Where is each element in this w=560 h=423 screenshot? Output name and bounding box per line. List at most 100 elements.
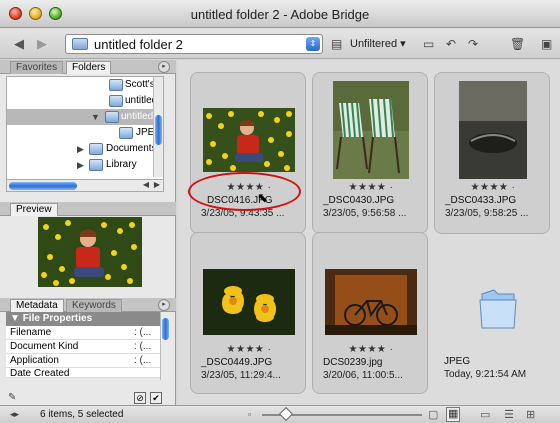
folder-tree[interactable]: Scott's U untitled ▼ untitled JPEG ▶ Doc… [6, 76, 164, 188]
section-title: File Properties [22, 313, 93, 324]
panel-menu-icon[interactable]: ▸ [158, 299, 170, 311]
tree-item-label: Library [106, 159, 137, 170]
folder-card[interactable]: JPEG Today, 9:21:54 AM [434, 232, 550, 394]
disclosure-open-icon[interactable]: ▼ [91, 109, 100, 125]
tab-preview[interactable]: Preview [10, 203, 58, 216]
folder-icon [109, 95, 123, 107]
file-date: 3/23/05, 9:56:58 ... [323, 208, 407, 219]
tree-item-selected[interactable]: ▼ untitled [7, 109, 163, 125]
metadata-row: Application : (... [6, 354, 164, 368]
metadata-panel: Metadata Keywords ▸ ▼ File Properties Fi… [0, 296, 176, 405]
zoom-large-icon[interactable]: ▢ [428, 408, 438, 421]
bridge-window: untitled folder 2 - Adobe Bridge ◀ ▶ unt… [0, 0, 560, 423]
filter-icon[interactable]: ▤ [331, 37, 342, 51]
file-name[interactable]: _DSC0430.JPG [323, 195, 394, 206]
versions-view-icon[interactable]: ⊞ [526, 408, 535, 421]
status-bar: ◂▸ 6 items, 5 selected ▫ ▢ ▦ ▭ ☰ ⊞ [0, 405, 560, 423]
tree-hscroll[interactable]: ◀ ▶ [6, 179, 164, 192]
scroll-left-icon[interactable]: ◀ [143, 180, 149, 189]
trash-icon[interactable]: 🗑 [510, 37, 525, 51]
tree-item-label: untitled [121, 111, 154, 122]
slider-thumb[interactable] [278, 406, 294, 422]
back-icon[interactable]: ◀ [12, 37, 26, 51]
thumbnail-image [203, 108, 295, 172]
metadata-value: : (... [134, 327, 152, 338]
tree-item[interactable]: ▶ Library [7, 157, 163, 173]
scroll-right-icon[interactable]: ▶ [154, 180, 160, 189]
metadata-value: : (... [134, 355, 152, 366]
tab-metadata[interactable]: Metadata [10, 299, 64, 312]
scroll-thumb[interactable] [155, 115, 162, 145]
metadata-footer: ✎ ⊘ ✔ [6, 392, 164, 404]
forward-icon[interactable]: ▶ [35, 37, 49, 51]
thumbnail-card[interactable]: ★★★★ · _DSC0430.JPG 3/23/05, 9:56:58 ... [312, 72, 428, 234]
scroll-thumb[interactable] [9, 182, 77, 190]
pen-icon: ✎ [8, 392, 17, 403]
rating-stars[interactable]: ★★★★ · [191, 344, 307, 355]
filmstrip-view-icon[interactable]: ▭ [480, 408, 490, 421]
tab-folders[interactable]: Folders [66, 61, 112, 74]
file-properties-header[interactable]: ▼ File Properties [6, 312, 164, 326]
folders-tabbar: Favorites Folders ▸ [0, 60, 176, 74]
tree-item[interactable]: Scott's U [7, 77, 163, 93]
thumbnail-card[interactable]: ★★★★ · DCS0239.jpg 3/20/06, 11:00:5... [312, 232, 428, 394]
tree-vscroll[interactable] [153, 77, 163, 177]
disclosure-closed-icon[interactable]: ▶ [77, 141, 84, 157]
thumbnail-image [203, 269, 295, 335]
tree-item[interactable]: ▶ Documents [7, 141, 163, 157]
filter-menu[interactable]: Unfiltered ▾ [350, 37, 406, 50]
file-name[interactable]: JPEG [444, 356, 470, 367]
new-folder-icon[interactable]: ▭ [423, 37, 434, 51]
zoom-small-icon[interactable]: ▫ [248, 409, 251, 419]
metadata-value: : (... [134, 341, 152, 352]
folder-icon [89, 143, 103, 155]
file-date: Today, 9:21:54 AM [444, 369, 527, 380]
path-label: untitled folder 2 [94, 37, 183, 52]
metadata-key: Document Kind [10, 341, 79, 352]
folder-icon [479, 289, 517, 329]
tab-favorites[interactable]: Favorites [10, 61, 64, 74]
preview-image [38, 217, 142, 287]
panel-menu-icon[interactable]: ▸ [158, 61, 170, 73]
thumbnail-image [333, 81, 409, 179]
tree-item[interactable]: JPEG [7, 125, 163, 141]
title-bar[interactable]: untitled folder 2 - Adobe Bridge [0, 0, 560, 28]
thumbnail-image [325, 269, 417, 335]
metadata-vscroll[interactable] [160, 312, 170, 380]
compact-mode-icon[interactable]: ▣ [541, 37, 552, 51]
details-view-icon[interactable]: ☰ [504, 408, 514, 421]
rotate-left-icon[interactable]: ↶ [446, 37, 456, 51]
path-dropdown-icon[interactable]: ⇕ [306, 37, 320, 51]
rating-stars[interactable]: ★★★★ · [435, 182, 551, 193]
thumbnail-card[interactable]: ★★★★ · _DSC0449.JPG 3/23/05, 11:29:4... [190, 232, 306, 394]
disclosure-closed-icon[interactable]: ▶ [77, 157, 84, 173]
cancel-edit-icon[interactable]: ⊘ [134, 392, 146, 404]
filter-label: Unfiltered [350, 38, 398, 50]
preview-panel: Preview [0, 200, 176, 296]
content-area[interactable]: ★★★★ · DSC0416.JPG 3/23/05, 9:43:35 ... … [178, 60, 560, 405]
apply-edit-icon[interactable]: ✔ [150, 392, 162, 404]
left-panels: Favorites Folders ▸ Scott's U untitled ▼… [0, 60, 176, 405]
metadata-row: Document Kind : (... [6, 340, 164, 354]
status-text: 6 items, 5 selected [40, 409, 124, 420]
path-dropdown[interactable]: untitled folder 2 ⇕ [65, 34, 323, 54]
rotate-right-icon[interactable]: ↷ [468, 37, 478, 51]
metadata-key: Application [10, 355, 59, 366]
tab-keywords[interactable]: Keywords [66, 299, 122, 312]
scroll-thumb[interactable] [162, 318, 169, 340]
folder-icon [105, 111, 119, 123]
folder-icon [119, 127, 133, 139]
thumbnail-card[interactable]: ★★★★ · _DSC0433.JPG 3/23/05, 9:58:25 ... [434, 72, 550, 234]
thumbnail-image [459, 81, 527, 179]
folder-icon [72, 38, 88, 50]
rating-stars[interactable]: ★★★★ · [313, 182, 429, 193]
toggle-panels-icon[interactable]: ◂▸ [10, 409, 19, 420]
thumbnails-view-icon[interactable]: ▦ [446, 407, 461, 422]
tree-item[interactable]: untitled [7, 93, 163, 109]
file-name[interactable]: _DSC0449.JPG [201, 357, 272, 368]
rating-stars[interactable]: ★★★★ · [313, 344, 429, 355]
file-date: 3/23/05, 9:58:25 ... [445, 208, 529, 219]
file-name[interactable]: DCS0239.jpg [323, 357, 382, 368]
file-name[interactable]: _DSC0433.JPG [445, 195, 516, 206]
metadata-key: Filename [10, 327, 52, 338]
